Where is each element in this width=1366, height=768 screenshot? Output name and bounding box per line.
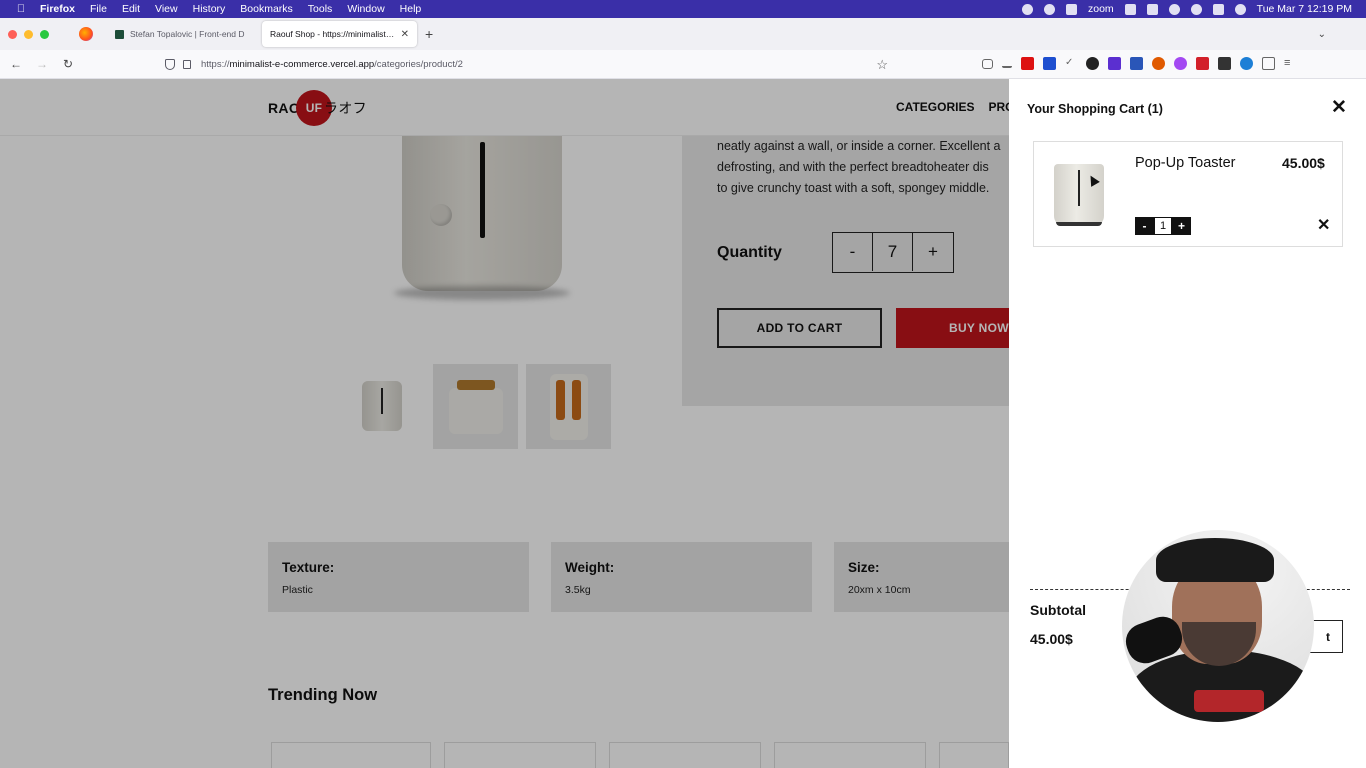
subtotal-value: 45.00$ <box>1030 631 1073 647</box>
lock-icon[interactable] <box>183 60 191 69</box>
pocket-icon[interactable] <box>982 58 993 69</box>
url-bar[interactable]: https://minimalist-e-commerce.vercel.app… <box>165 55 900 74</box>
tab-raouf-shop[interactable]: Raouf Shop - https://minimalist-e-c ✕ <box>262 21 417 47</box>
minimize-window-button[interactable] <box>24 29 33 39</box>
zoom-status-label[interactable]: zoom <box>1088 3 1114 15</box>
bookmark-star-icon[interactable]: ☆ <box>876 57 888 73</box>
control-center-icon[interactable] <box>1212 3 1224 15</box>
tab-title: Stefan Topalovic | Front-end D <box>130 29 245 39</box>
new-tab-button[interactable]: + <box>425 26 433 42</box>
extension-icon[interactable] <box>1240 57 1253 70</box>
zoom-window-button[interactable] <box>40 29 49 39</box>
list-all-tabs-icon[interactable]: ⌄ <box>1318 29 1326 40</box>
cart-item-quantity: 1 <box>1154 217 1172 235</box>
menu-window[interactable]: Window <box>347 3 384 15</box>
cart-item: Pop-Up Toaster 45.00$ - 1 + ✕ <box>1033 141 1343 247</box>
wifi-icon[interactable] <box>1168 3 1180 15</box>
subtotal-label: Subtotal <box>1030 602 1086 618</box>
close-window-button[interactable] <box>8 29 17 39</box>
app-menu-icon[interactable]: ≡ <box>1284 57 1297 70</box>
spotlight-search-icon[interactable] <box>1190 3 1202 15</box>
cart-title: Your Shopping Cart (1) <box>1027 102 1163 116</box>
menubar-clock[interactable]: Tue Mar 7 12:19 PM <box>1257 3 1352 15</box>
cart-close-icon[interactable]: ✕ <box>1331 98 1347 118</box>
menu-edit[interactable]: Edit <box>122 3 140 15</box>
extension-icon[interactable] <box>1108 57 1121 70</box>
extension-icon[interactable] <box>1043 57 1056 70</box>
cart-item-image <box>1054 164 1104 226</box>
tab-favicon-icon <box>115 29 124 39</box>
extension-icon[interactable]: ✓ <box>1065 57 1077 70</box>
menu-help[interactable]: Help <box>400 3 422 15</box>
cart-item-increment-button[interactable]: + <box>1172 217 1191 235</box>
menu-history[interactable]: History <box>193 3 226 15</box>
extensions-puzzle-icon[interactable] <box>1262 57 1275 70</box>
menu-app-firefox[interactable]: Firefox <box>40 3 75 15</box>
extension-icon[interactable] <box>1218 57 1231 70</box>
extension-icon[interactable] <box>1021 57 1034 70</box>
menu-view[interactable]: View <box>155 3 178 15</box>
back-button[interactable]: ← <box>3 57 29 71</box>
cart-item-quantity-stepper: - 1 + <box>1135 217 1191 235</box>
tab-stefan-topalovic[interactable]: Stefan Topalovic | Front-end D <box>107 21 262 47</box>
menu-tools[interactable]: Tools <box>308 3 333 15</box>
tab-title: Raouf Shop - https://minimalist-e-c <box>270 29 395 39</box>
volume-icon[interactable] <box>1124 3 1136 15</box>
reload-button[interactable]: ↻ <box>55 57 81 71</box>
battery-icon[interactable] <box>1146 3 1158 15</box>
forward-button[interactable]: → <box>29 57 55 71</box>
url-text[interactable]: https://minimalist-e-commerce.vercel.app… <box>201 59 463 70</box>
extension-icon[interactable] <box>1130 57 1143 70</box>
macos-menubar:  Firefox File Edit View History Bookmar… <box>0 0 1366 18</box>
extension-icon[interactable] <box>1152 57 1165 70</box>
window-controls <box>8 29 49 39</box>
remove-item-icon[interactable]: ✕ <box>1317 218 1330 234</box>
status-icon[interactable] <box>1043 3 1055 15</box>
extension-icon[interactable] <box>1086 57 1099 70</box>
webcam-overlay <box>1122 530 1314 722</box>
menu-file[interactable]: File <box>90 3 107 15</box>
tracking-protection-shield-icon[interactable] <box>165 59 175 70</box>
extension-toolbar: ✓ ≡ <box>982 57 1297 70</box>
downloads-icon[interactable] <box>1002 59 1012 68</box>
cart-item-decrement-button[interactable]: - <box>1135 217 1154 235</box>
status-icon[interactable] <box>1065 3 1077 15</box>
cart-backdrop-overlay[interactable] <box>0 79 1009 768</box>
pinned-tab-firefox-icon[interactable] <box>79 27 93 41</box>
browser-tab-strip: Stefan Topalovic | Front-end D Raouf Sho… <box>0 18 1366 50</box>
menu-bookmarks[interactable]: Bookmarks <box>240 3 293 15</box>
siri-icon[interactable] <box>1234 3 1246 15</box>
close-tab-icon[interactable]: ✕ <box>401 29 409 40</box>
apple-menu-icon[interactable]:  <box>14 3 28 15</box>
extension-icon[interactable] <box>1196 57 1209 70</box>
cart-item-name: Pop-Up Toaster <box>1135 155 1236 171</box>
status-icon[interactable] <box>1021 3 1033 15</box>
cart-item-price: 45.00$ <box>1282 155 1325 171</box>
extension-icon[interactable] <box>1174 57 1187 70</box>
